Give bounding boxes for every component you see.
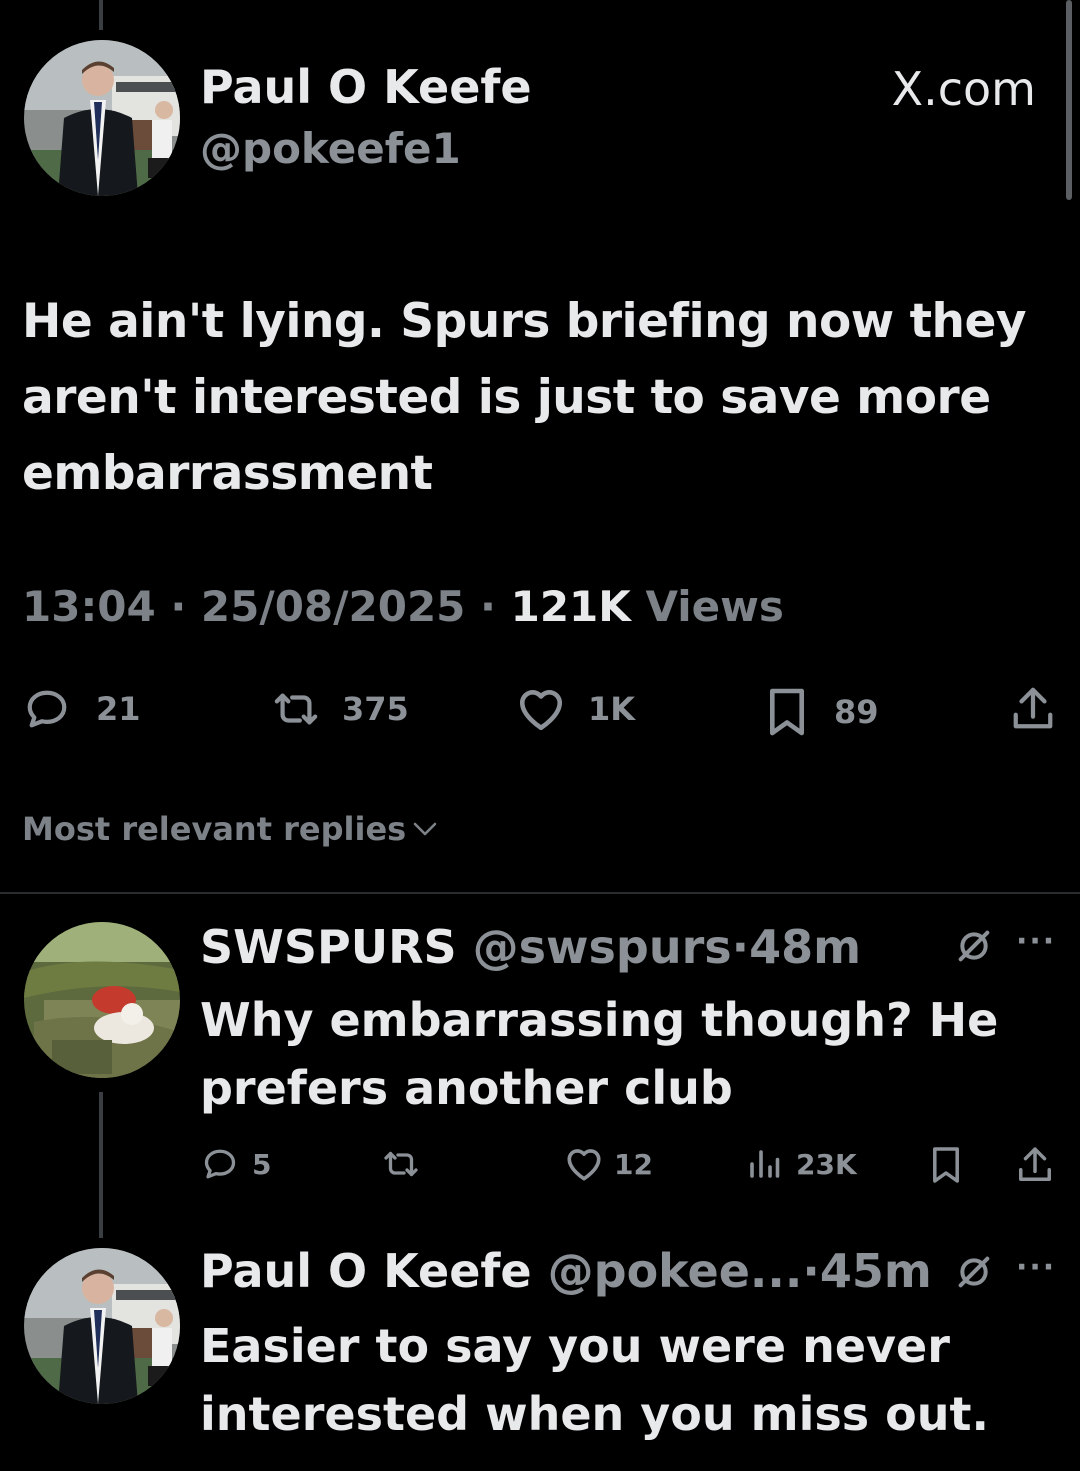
more-dots-icon[interactable]: ··· <box>1016 1250 1056 1285</box>
views-label: Views <box>645 582 784 631</box>
section-divider <box>0 892 1080 894</box>
reply1-like-count: 12 <box>614 1147 653 1181</box>
reply2-handle[interactable]: @pokee... <box>548 1244 803 1298</box>
reply1-handle[interactable]: @swspurs <box>473 920 732 974</box>
reply1-reply-count: 5 <box>252 1147 272 1181</box>
views-count: 121K <box>510 582 631 631</box>
repost-count: 375 <box>342 690 409 728</box>
reply2-avatar[interactable] <box>24 1248 180 1404</box>
sort-label: Most relevant replies <box>22 810 407 848</box>
tweet-time[interactable]: 13:04 <box>22 582 156 631</box>
like-button[interactable]: 1K <box>516 686 635 732</box>
reply2-separator: · <box>802 1244 820 1298</box>
bookmark-icon <box>769 688 805 736</box>
reply1-separator: · <box>731 920 750 974</box>
reply2-header: Paul O Keefe @pokee...·45m <box>200 1244 932 1298</box>
reply-count: 21 <box>96 690 141 728</box>
reply2-text: Easier to say you were never interested … <box>200 1319 989 1441</box>
grok-icon[interactable] <box>954 1252 994 1292</box>
main-tweet-text: He ain't lying. Spurs briefing now they … <box>22 294 1027 501</box>
reply1-time[interactable]: 48m <box>749 920 861 974</box>
reply1-share-button[interactable] <box>1016 1144 1054 1186</box>
reply2-author-name[interactable]: Paul O Keefe <box>200 1244 532 1298</box>
tweet-date[interactable]: 25/08/2025 <box>201 582 465 631</box>
main-author-avatar[interactable] <box>24 40 180 196</box>
meta-separator: · <box>170 582 187 631</box>
reply1-bookmark-button[interactable] <box>930 1144 962 1186</box>
heart-icon <box>567 1149 601 1181</box>
reply2-time[interactable]: 45m <box>820 1244 932 1298</box>
thread-line-top <box>99 0 103 30</box>
thread-line-reply <box>99 1092 103 1238</box>
scrollbar[interactable] <box>1066 0 1072 200</box>
bookmark-count: 89 <box>834 693 879 731</box>
share-icon <box>1019 1147 1051 1181</box>
brand-label: X.com <box>891 62 1036 116</box>
meta-separator: · <box>480 582 496 631</box>
reply1-author-name[interactable]: SWSPURS <box>200 920 457 974</box>
bookmark-icon <box>933 1147 959 1183</box>
chevron-down-icon <box>413 822 437 836</box>
reply1-reply-button[interactable]: 5 <box>202 1146 271 1182</box>
bar-chart-icon <box>750 1150 780 1178</box>
reply1-avatar[interactable] <box>24 922 180 1078</box>
reply1-like-button[interactable]: 12 <box>564 1146 653 1182</box>
tweet-meta: 13:04 · 25/08/2025 · 121K Views <box>22 582 784 631</box>
main-author-name[interactable]: Paul O Keefe <box>200 60 532 114</box>
more-dots-icon[interactable]: ··· <box>1016 924 1056 959</box>
like-count: 1K <box>588 690 636 728</box>
reply1-repost-button[interactable] <box>380 1146 422 1182</box>
reply1-header: SWSPURS @swspurs·48m <box>200 920 861 974</box>
speech-bubble-icon <box>27 690 67 728</box>
bookmark-button[interactable]: 89 <box>766 686 879 738</box>
repost-button[interactable]: 375 <box>270 686 409 732</box>
reply1-views-button[interactable]: 23K <box>746 1146 857 1182</box>
grok-icon[interactable] <box>954 926 994 966</box>
repost-arrows-icon <box>274 693 318 725</box>
main-author-handle[interactable]: @pokeefe1 <box>200 124 461 173</box>
reply1-text: Why embarrassing though? He prefers anot… <box>200 993 999 1115</box>
speech-bubble-icon <box>204 1149 236 1179</box>
reply1-views-count: 23K <box>796 1147 857 1181</box>
repost-arrows-icon <box>384 1151 418 1177</box>
replies-sort-dropdown[interactable]: Most relevant replies <box>22 810 438 848</box>
heart-icon <box>519 690 563 731</box>
reply-button[interactable]: 21 <box>24 686 141 732</box>
share-button[interactable] <box>1010 684 1056 734</box>
share-icon <box>1013 687 1053 729</box>
